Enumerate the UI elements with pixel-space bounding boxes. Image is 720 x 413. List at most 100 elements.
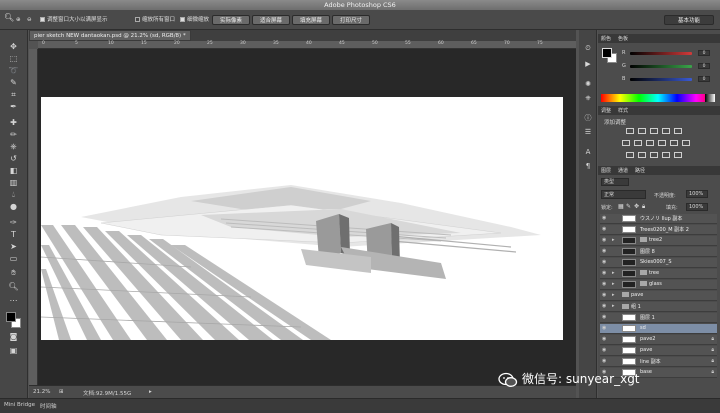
visibility-eye-icon[interactable]: ◉ (602, 326, 608, 331)
properties-icon[interactable]: ☰ (583, 128, 593, 137)
fit-screen-button[interactable]: 适合屏幕 (252, 15, 290, 25)
document-canvas[interactable] (41, 97, 563, 340)
healing-brush-tool-icon[interactable]: ✚ (7, 118, 20, 128)
move-tool-icon[interactable]: ✥ (7, 42, 20, 52)
shape-tool-icon[interactable]: ▭ (7, 254, 20, 264)
visibility-eye-icon[interactable]: ◉ (602, 249, 608, 254)
paragraph-panel-icon[interactable]: ¶ (583, 162, 593, 171)
layer-row[interactable]: ◉ ▸ tree (600, 269, 717, 279)
zoom-in-icon[interactable]: ⊕ (16, 16, 21, 25)
visibility-eye-icon[interactable]: ◉ (602, 271, 608, 276)
tab-layers[interactable]: 图层 (601, 167, 611, 174)
layer-row[interactable]: ◉ line 副本 🔒︎ (600, 357, 717, 367)
tab-color[interactable]: 颜色 (601, 35, 611, 42)
layer-filter-select[interactable]: 类型 (601, 178, 629, 186)
history-brush-tool-icon[interactable]: ↺ (7, 154, 20, 164)
adjustment-icon[interactable] (626, 128, 634, 134)
channel-value-input[interactable]: 0 (698, 50, 710, 56)
status-arrow-icon[interactable]: ▸ (149, 389, 152, 395)
layer-row[interactable]: ◉ sd (600, 324, 717, 334)
lock-transparency-icon[interactable]: ▦ (618, 203, 624, 210)
layer-row[interactable]: ◉ ▸ 组 1 (600, 302, 717, 312)
group-expand-icon[interactable]: ▸ (612, 270, 615, 276)
adjustment-icon[interactable] (674, 152, 682, 158)
adjustment-icon[interactable] (674, 128, 682, 134)
adjustment-icon[interactable] (622, 140, 630, 146)
zoom-level[interactable]: 21.2% (33, 389, 50, 395)
layer-row[interactable]: ◉ 图层 1 (600, 313, 717, 323)
visibility-eye-icon[interactable]: ◉ (602, 227, 608, 232)
zoom-tool-sidebar-icon[interactable]: 🔍︎ (7, 282, 20, 292)
color-spectrum-bar[interactable] (601, 94, 715, 102)
marquee-tool-icon[interactable]: ⬚ (7, 54, 20, 64)
layer-row[interactable]: ◉ pave 🔒︎ (600, 346, 717, 356)
foreground-color-swatch[interactable] (6, 312, 16, 322)
hand-tool-icon[interactable]: ✋︎ (7, 268, 20, 278)
lasso-tool-icon[interactable]: ➰ (7, 66, 20, 76)
channel-value-input[interactable]: 0 (698, 63, 710, 69)
eyedropper-tool-icon[interactable]: ✒ (7, 102, 20, 112)
visibility-eye-icon[interactable]: ◉ (602, 315, 608, 320)
adjustment-icon[interactable] (626, 152, 634, 158)
print-size-button[interactable]: 打印尺寸 (332, 15, 370, 25)
layer-row[interactable]: ◉ Trees0200_M 副本 2 (600, 225, 717, 235)
actions-panel-icon[interactable]: ▶ (583, 60, 593, 69)
fill-input[interactable]: 100% (686, 203, 708, 211)
actual-pixels-button[interactable]: 实际像素 (212, 15, 250, 25)
layer-row[interactable]: ◉ Skies0007_S (600, 258, 717, 268)
visibility-eye-icon[interactable]: ◉ (602, 216, 608, 221)
opacity-input[interactable]: 100% (686, 190, 708, 198)
workspace-switcher[interactable]: 基本功能 (664, 15, 714, 25)
adjustment-icon[interactable] (646, 140, 654, 146)
adjustment-icon[interactable] (638, 152, 646, 158)
info-panel-icon[interactable]: ⓘ (583, 114, 593, 123)
channel-slider[interactable] (630, 65, 692, 68)
vertical-ruler[interactable] (29, 49, 38, 385)
scrubby-zoom-checkbox[interactable]: 细微缩放 (180, 16, 209, 25)
group-expand-icon[interactable]: ▸ (612, 237, 615, 243)
history-panel-icon[interactable]: ⏲ (583, 44, 593, 53)
more-tools-icon[interactable]: ⋯ (7, 296, 20, 306)
group-expand-icon[interactable]: ▸ (612, 303, 615, 309)
visibility-eye-icon[interactable]: ◉ (602, 337, 608, 342)
quick-select-tool-icon[interactable]: ✎ (7, 78, 20, 88)
eraser-tool-icon[interactable]: ◧ (7, 166, 20, 176)
visibility-eye-icon[interactable]: ◉ (602, 282, 608, 287)
clone-stamp-tool-icon[interactable]: ⎈ (7, 142, 20, 152)
character-panel-icon[interactable]: A (583, 148, 593, 157)
blend-mode-select[interactable]: 正常 (601, 190, 646, 199)
layer-row[interactable]: ◉ ▸ glass (600, 280, 717, 290)
crop-tool-icon[interactable]: ⌗ (7, 90, 20, 100)
tab-channels[interactable]: 通道 (618, 167, 628, 174)
adjustment-icon[interactable] (650, 128, 658, 134)
visibility-eye-icon[interactable]: ◉ (602, 238, 608, 243)
group-expand-icon[interactable]: ▸ (612, 281, 615, 287)
type-tool-icon[interactable]: T (7, 230, 20, 240)
zoom-out-icon[interactable]: ⊖ (27, 16, 32, 25)
gradient-tool-icon[interactable]: ▥ (7, 178, 20, 188)
lock-all-icon[interactable]: 🔒︎ (642, 203, 645, 211)
channel-slider[interactable] (630, 78, 692, 81)
tab-swatches[interactable]: 色板 (618, 35, 628, 42)
zoom-all-checkbox[interactable]: 缩放所有窗口 (135, 16, 175, 25)
visibility-eye-icon[interactable]: ◉ (602, 293, 608, 298)
resize-windows-checkbox[interactable]: 调整窗口大小以满屏显示 (40, 16, 108, 25)
lock-position-icon[interactable]: ✥ (634, 203, 639, 210)
fill-screen-button[interactable]: 填充屏幕 (292, 15, 330, 25)
adjustment-icon[interactable] (634, 140, 642, 146)
dodge-tool-icon[interactable]: ● (7, 202, 20, 212)
tab-styles[interactable]: 样式 (618, 107, 628, 114)
quick-mask-icon[interactable]: ◙ (7, 332, 20, 342)
pen-tool-icon[interactable]: ✑ (7, 218, 20, 228)
status-menu-icon[interactable]: ⊞ (59, 389, 64, 395)
adjustment-icon[interactable] (638, 128, 646, 134)
canvas-area[interactable] (38, 49, 576, 385)
layer-row[interactable]: ◉ 图层 8 (600, 247, 717, 257)
brush-presets-icon[interactable]: ✺ (583, 80, 593, 89)
adjustment-icon[interactable] (662, 152, 670, 158)
adjustment-icon[interactable] (670, 140, 678, 146)
timeline-tab[interactable]: 时间轴 (40, 402, 57, 410)
horizontal-ruler[interactable]: 0 5 10 15 20 25 30 35 40 45 50 55 60 65 70 75 (38, 41, 576, 49)
document-tab[interactable]: pier sketch NEW dantaokan.psd @ 21.2% (s… (29, 30, 191, 41)
visibility-eye-icon[interactable]: ◉ (602, 304, 608, 309)
